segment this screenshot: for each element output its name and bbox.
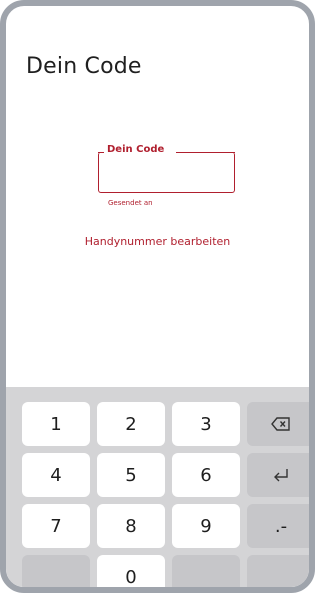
key-8[interactable]: 8 xyxy=(97,504,165,548)
blank-key-middle xyxy=(172,555,240,587)
backspace-icon xyxy=(271,417,290,431)
numeric-keyboard: 1 2 3 4 5 6 7 8 9 .- 0 xyxy=(6,387,309,587)
code-input[interactable] xyxy=(99,152,234,192)
key-3[interactable]: 3 xyxy=(172,402,240,446)
key-5[interactable]: 5 xyxy=(97,453,165,497)
enter-icon xyxy=(274,469,288,482)
enter-key[interactable] xyxy=(247,453,309,497)
key-6[interactable]: 6 xyxy=(172,453,240,497)
key-7[interactable]: 7 xyxy=(22,504,90,548)
backspace-key[interactable] xyxy=(247,402,309,446)
phone-screen: Dein Code Dein Code Gesendet an Handynum… xyxy=(0,0,315,593)
key-2[interactable]: 2 xyxy=(97,402,165,446)
code-field[interactable]: Dein Code xyxy=(98,144,235,193)
page-title: Dein Code xyxy=(26,54,142,79)
edit-phone-link[interactable]: Handynummer bearbeiten xyxy=(6,235,309,248)
blank-key-left xyxy=(22,555,90,587)
helper-text: Gesendet an xyxy=(108,199,153,207)
blank-key-right xyxy=(247,555,309,587)
key-9[interactable]: 9 xyxy=(172,504,240,548)
key-4[interactable]: 4 xyxy=(22,453,90,497)
punctuation-key[interactable]: .- xyxy=(247,504,309,548)
key-1[interactable]: 1 xyxy=(22,402,90,446)
key-0[interactable]: 0 xyxy=(97,555,165,587)
